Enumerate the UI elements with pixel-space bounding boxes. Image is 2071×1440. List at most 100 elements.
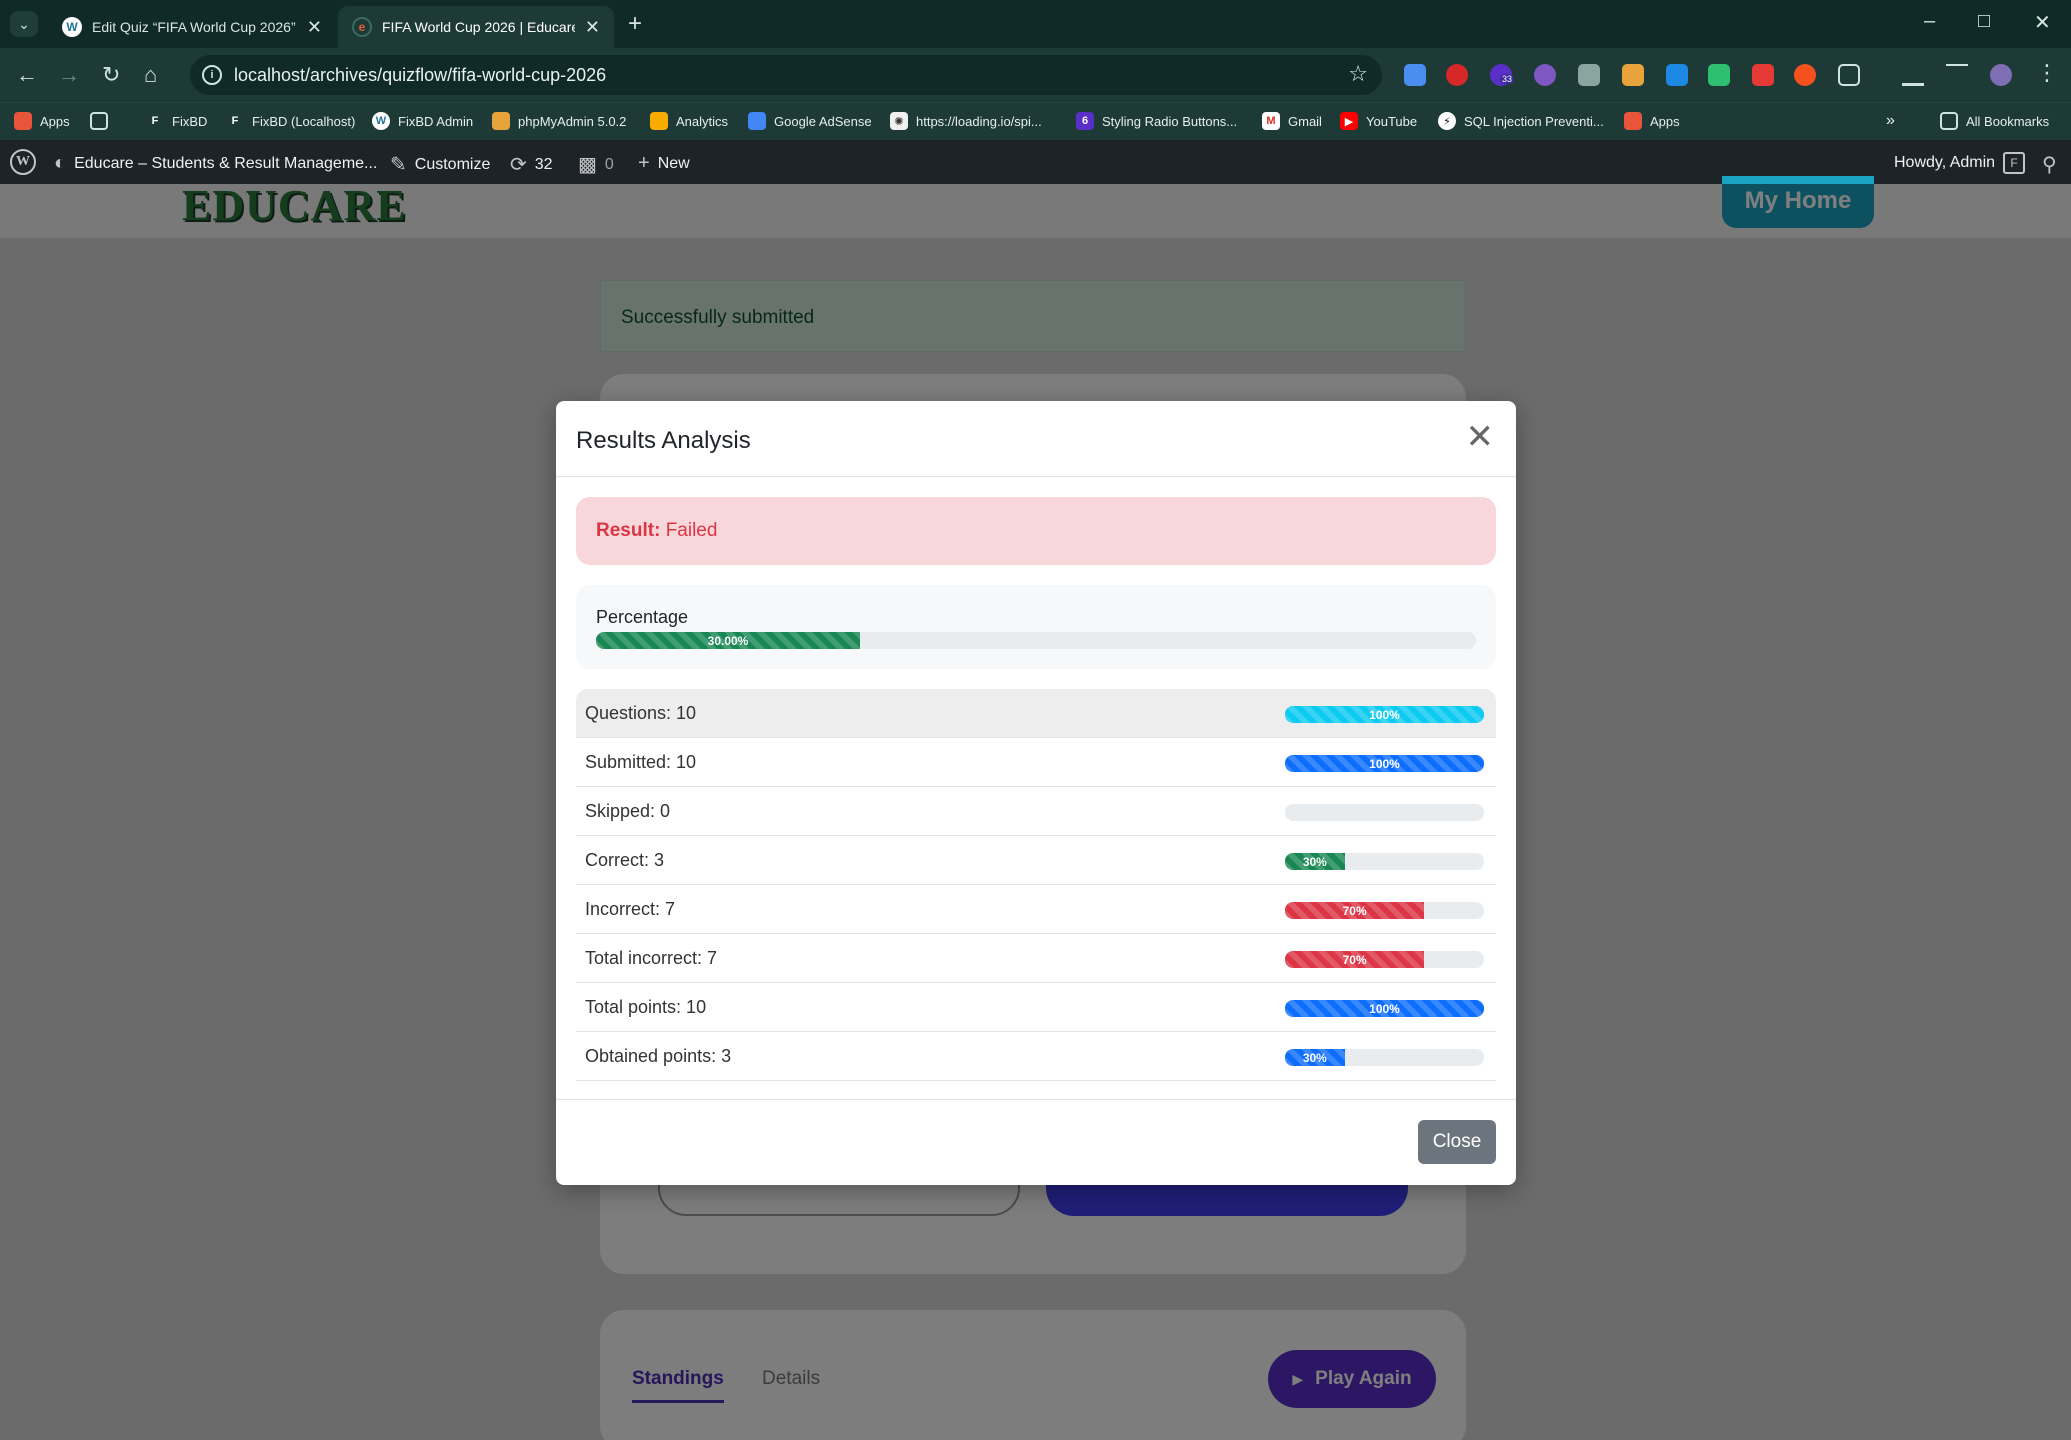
bookmark-fixbd-localhost[interactable]: F FixBD (Localhost) (226, 112, 355, 130)
bookmarks-bar: Apps F FixBD F FixBD (Localhost) W FixBD Ad… (0, 102, 2071, 140)
stats-row-label: Incorrect: 7 (585, 899, 676, 919)
stats-progress-fill: 100% (1285, 755, 1484, 772)
modal-footer: Close (556, 1099, 1516, 1185)
bookmark-fixbd[interactable]: F FixBD (146, 112, 207, 130)
profile-avatar[interactable] (1990, 64, 2012, 86)
close-window-icon[interactable]: ✕ (2034, 10, 2051, 35)
new-tab-plus-icon[interactable]: + (628, 10, 642, 38)
stats-progress-track: 30% (1285, 1049, 1484, 1066)
loading-io-icon: ✺ (890, 112, 908, 130)
site-info-icon[interactable]: i (202, 65, 222, 85)
plus-icon: + (638, 152, 650, 174)
wrench-extension-icon[interactable] (1666, 64, 1688, 86)
bookmarks-overflow-chevron-icon[interactable]: » (1886, 112, 1895, 130)
back-arrow-left-icon[interactable]: ← (16, 62, 38, 88)
bookmark-gmail[interactable]: M Gmail (1262, 112, 1322, 130)
stats-progress-track: 30% (1285, 853, 1484, 870)
gmail-icon: M (1262, 112, 1280, 130)
wordpress-logo-icon: W (10, 149, 36, 175)
gear-extension-icon[interactable] (1534, 64, 1556, 86)
download-icon[interactable] (1902, 64, 1924, 86)
bookmark-phpmyadmin[interactable]: phpMyAdmin 5.0.2 (492, 112, 626, 130)
stats-progress-fill: 70% (1285, 902, 1425, 919)
bookmark-styling-radio-buttons[interactable]: 6 Styling Radio Buttons... (1076, 112, 1237, 130)
stats-progress-track (1285, 804, 1484, 821)
browser-tab-fifa-world-cup[interactable]: e FIFA World Cup 2026 | Educare – S ✕ (338, 6, 614, 48)
stats-row: Obtained points: 3 30% (576, 1032, 1496, 1081)
admin-bar-updates[interactable]: ⟳ 32 (510, 152, 553, 177)
tab-search-chevron-down-icon[interactable]: ⌄ (10, 11, 38, 37)
stats-row-label: Correct: 3 (585, 850, 665, 870)
browser-menu-icon[interactable]: ⋮ (2036, 60, 2058, 86)
admin-bar-customize[interactable]: ✎ Customize (390, 152, 490, 177)
admin-bar-search-icon[interactable]: ⚲ (2042, 152, 2057, 177)
address-bar[interactable]: i localhost/archives/quizflow/fifa-world… (190, 55, 1382, 95)
bookmark-loading-io[interactable]: ✺ https://loading.io/spi... (890, 112, 1042, 130)
color-picker-extension-icon[interactable] (1794, 64, 1816, 86)
maximize-window-icon[interactable]: □ (1978, 10, 1990, 33)
stats-progress-fill: 30% (1285, 853, 1345, 870)
minimize-window-icon[interactable]: – (1924, 10, 1935, 33)
bookmark-apps[interactable]: Apps (14, 112, 70, 130)
modal-close-button[interactable]: Close (1418, 1120, 1496, 1164)
extension-badge-icon[interactable]: 33 (1490, 64, 1515, 86)
percentage-progress-fill: 30.00% (596, 632, 860, 649)
admin-bar-my-account[interactable]: Howdy, Admin F (1894, 152, 2026, 174)
bookmark-sql-injection[interactable]: ⚡ SQL Injection Preventi... (1438, 112, 1604, 130)
bookmark-youtube[interactable]: ▶ YouTube (1340, 112, 1417, 130)
stats-row: Submitted: 10 100% (576, 738, 1496, 787)
reload-icon[interactable]: ↻ (102, 62, 120, 88)
modal-close-icon[interactable]: ✕ (1466, 419, 1495, 455)
browser-toolbar: ← → ↻ ⌂ i localhost/archives/quizflow/fi… (0, 48, 2071, 102)
brush-icon: ✎ (390, 154, 407, 176)
home-icon[interactable]: ⌂ (144, 62, 157, 88)
stats-progress-fill: 70% (1285, 951, 1425, 968)
phpmyadmin-icon (492, 112, 510, 130)
bookmark-star-icon[interactable]: ☆ (1348, 61, 1368, 87)
comment-bubble-icon: ▩ (578, 154, 597, 176)
bookmark-apps-2[interactable]: Apps (1624, 112, 1680, 130)
mail-extension-icon[interactable] (1708, 64, 1730, 86)
stats-progress-fill: 30% (1285, 1049, 1345, 1066)
bookmark-google-adsense[interactable]: Google AdSense (748, 112, 872, 130)
bookmark-analytics[interactable]: Analytics (650, 112, 728, 130)
percentage-progress-track: 30.00% (596, 632, 1476, 649)
url-text[interactable]: localhost/archives/quizflow/fifa-world-c… (234, 65, 606, 86)
coupon-extension-icon[interactable] (1622, 64, 1644, 86)
translate-extension-icon[interactable] (1404, 64, 1426, 86)
stats-row: Total points: 10 100% (576, 983, 1496, 1032)
puzzle-extensions-icon[interactable] (1838, 64, 1860, 86)
tab-close-icon[interactable]: ✕ (585, 17, 600, 38)
admin-bar-site-name[interactable]: ◐ Educare – Students & Result Manageme... (54, 152, 377, 175)
screenshot-extension-icon[interactable] (1752, 64, 1774, 86)
apps-grid-icon (1624, 112, 1642, 130)
admin-avatar: F (2003, 152, 2026, 174)
browser-tab-edit-quiz[interactable]: W Edit Quiz “FIFA World Cup 2026” ‹ ✕ (48, 6, 336, 48)
dashboard-gauge-icon: ◐ (54, 152, 67, 174)
adblock-extension-icon[interactable] (1446, 64, 1468, 86)
stats-progress-fill: 100% (1285, 1000, 1484, 1017)
admin-bar-new[interactable]: + New (638, 152, 690, 175)
extension-badge-count: 33 (1500, 74, 1515, 84)
wp-logo-menu[interactable]: W (10, 149, 36, 175)
sql-icon: ⚡ (1438, 112, 1456, 130)
stats-row-label: Obtained points: 3 (585, 1046, 732, 1066)
stats-row: Total incorrect: 7 70% (576, 934, 1496, 983)
percentage-box: Percentage 30.00% (576, 585, 1496, 669)
all-bookmarks[interactable]: All Bookmarks (1940, 112, 2049, 130)
tab-groups-grid-icon[interactable] (90, 112, 108, 130)
result-value: Failed (665, 520, 718, 541)
wordpress-favicon-icon: W (62, 17, 82, 37)
bookmark-fixbd-admin[interactable]: W FixBD Admin (372, 112, 473, 130)
wordpress-icon: W (372, 112, 390, 130)
shield-extension-icon[interactable] (1578, 64, 1600, 86)
educare-favicon-icon: e (352, 17, 372, 37)
stats-row: Questions: 10 100% (576, 689, 1496, 738)
admin-bar-comments[interactable]: ▩ 0 (578, 152, 614, 177)
forward-arrow-right-icon[interactable]: → (58, 62, 80, 88)
result-failed-alert: Result: Failed (576, 497, 1496, 565)
media-queue-icon[interactable] (1946, 64, 1968, 86)
stats-row-label: Total points: 10 (585, 997, 707, 1017)
tab-close-icon[interactable]: ✕ (307, 17, 322, 38)
stats-row: Skipped: 0 (576, 787, 1496, 836)
